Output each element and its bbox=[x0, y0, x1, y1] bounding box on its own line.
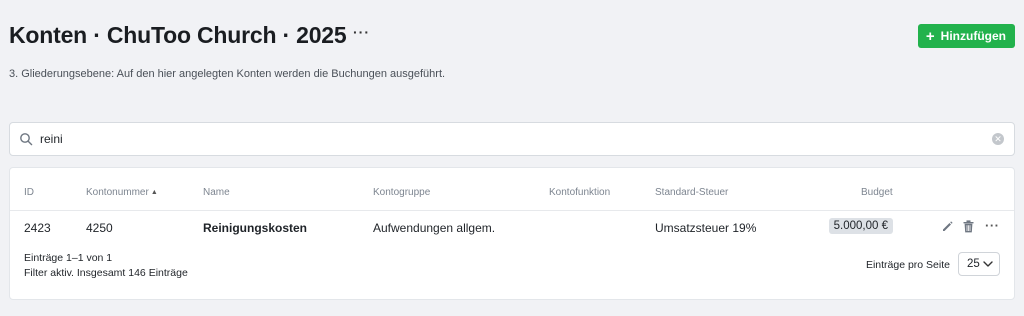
page-header: Konten · ChuToo Church · 2025 ··· + Hinz… bbox=[9, 22, 1015, 52]
trash-icon[interactable] bbox=[963, 220, 974, 233]
cell-standard-steuer: Umsatzsteuer 19% bbox=[655, 221, 757, 235]
entries-count: Einträge 1–1 von 1 bbox=[24, 252, 113, 264]
cell-name[interactable]: Reinigungskosten bbox=[203, 221, 307, 235]
column-header-kontogruppe[interactable]: Kontogruppe bbox=[373, 187, 430, 198]
cell-kontogruppe: Aufwendungen allgem. bbox=[373, 221, 496, 235]
per-page-select[interactable]: 25 bbox=[958, 252, 1000, 276]
per-page-value: 25 bbox=[967, 258, 980, 270]
search-bar: ✕ bbox=[9, 122, 1015, 156]
add-button[interactable]: + Hinzufügen bbox=[917, 24, 1015, 48]
add-button-label: Hinzufügen bbox=[940, 29, 1006, 43]
column-header-kontonummer-label: Kontonummer bbox=[86, 187, 149, 198]
search-input[interactable] bbox=[40, 129, 940, 149]
filter-info: Filter aktiv. Insgesamt 146 Einträge bbox=[24, 267, 188, 279]
column-header-name[interactable]: Name bbox=[203, 187, 230, 198]
chevron-down-icon bbox=[983, 261, 993, 267]
column-header-budget[interactable]: Budget bbox=[861, 187, 893, 198]
sort-ascending-icon: ▲ bbox=[150, 189, 158, 196]
cell-kontonummer: 4250 bbox=[86, 221, 113, 235]
search-icon bbox=[20, 133, 33, 146]
column-header-standard-steuer[interactable]: Standard-Steuer bbox=[655, 187, 728, 198]
clear-icon[interactable]: ✕ bbox=[992, 133, 1004, 145]
header-divider bbox=[10, 210, 1014, 211]
page-title: Konten · ChuToo Church · 2025 bbox=[9, 22, 347, 48]
column-header-kontonummer[interactable]: Kontonummer ▲ bbox=[86, 187, 158, 198]
column-header-kontofunktion[interactable]: Kontofunktion bbox=[549, 187, 610, 198]
plus-icon: + bbox=[925, 27, 935, 45]
column-header-id[interactable]: ID bbox=[24, 187, 34, 198]
page-description: 3. Gliederungsebene: Auf den hier angele… bbox=[9, 68, 446, 80]
cell-id: 2423 bbox=[24, 221, 51, 235]
pencil-icon[interactable] bbox=[941, 220, 954, 233]
budget-badge: 5.000,00 € bbox=[828, 218, 893, 234]
accounts-table-card: ID Kontonummer ▲ Name Kontogruppe Kontofu… bbox=[9, 167, 1015, 300]
per-page-label: Einträge pro Seite bbox=[865, 259, 950, 271]
title-more-button[interactable]: ··· bbox=[353, 24, 370, 40]
pagination-info: Einträge 1–1 von 1 Filter aktiv. Insgesa… bbox=[24, 251, 188, 281]
more-icon[interactable]: ··· bbox=[985, 218, 1000, 233]
